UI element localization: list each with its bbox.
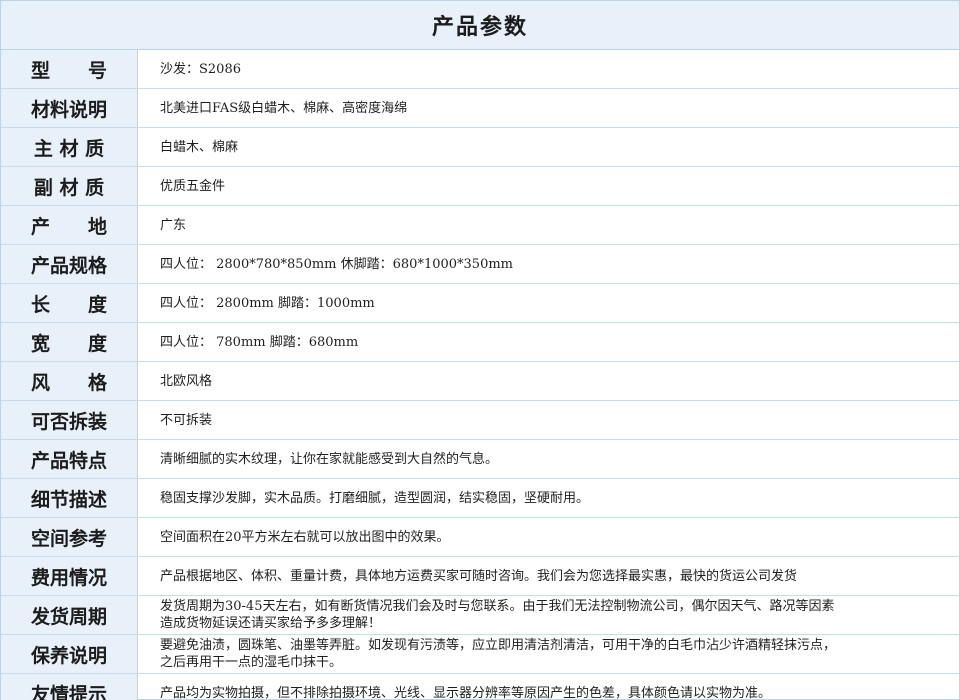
parameter-row: 材料说明 北美进口FAS级白蜡木、棉麻、高密度海绵 [1, 89, 959, 128]
parameter-row: 宽 度 四人位： 780mm 脚踏：680mm [1, 323, 959, 362]
parameter-value: 空间面积在20平方米左右就可以放出图中的效果。 [160, 529, 450, 545]
parameter-label: 材料说明 [1, 89, 138, 127]
parameter-row: 空间参考 空间面积在20平方米左右就可以放出图中的效果。 [1, 518, 959, 557]
parameter-value: 不可拆装 [160, 412, 213, 428]
parameter-value: 发货周期为30-45天左右，如有断货情况我们会及时与您联系。由于我们无法控制物流… [160, 599, 835, 631]
parameter-label: 长 度 [1, 284, 138, 322]
parameter-label: 空间参考 [1, 518, 138, 556]
parameter-row: 保养说明 要避免油渍，圆珠笔、油墨等弄脏。如发现有污渍等，应立即用清洁剂清洁，可用… [1, 635, 959, 674]
parameter-value: 产品根据地区、体积、重量计费，具体地方运费买家可随时咨询。我们会为您选择最实惠，… [160, 568, 798, 584]
parameter-label: 产品特点 [1, 440, 138, 478]
parameter-row: 主 材 质 白蜡木、棉麻 [1, 128, 959, 167]
parameter-value: 清晰细腻的实木纹理，让你在家就能感受到大自然的气息。 [160, 451, 499, 467]
parameter-label: 保养说明 [1, 635, 138, 673]
parameter-label: 产品规格 [1, 245, 138, 283]
parameter-row: 风 格 北欧风格 [1, 362, 959, 401]
parameter-value: 沙发：S2086 [160, 61, 241, 77]
parameter-label: 型 号 [1, 50, 138, 88]
parameter-row: 产品特点 清晰细腻的实木纹理，让你在家就能感受到大自然的气息。 [1, 440, 959, 479]
parameter-label: 费用情况 [1, 557, 138, 595]
parameter-value: 四人位： 780mm 脚踏：680mm [160, 334, 359, 350]
parameter-row: 产品规格 四人位： 2800*780*850mm 休脚踏：680*1000*350… [1, 245, 959, 284]
parameter-label: 细节描述 [1, 479, 138, 517]
parameter-value: 产品均为实物拍摄，但不排除拍摄环境、光线、显示器分辨率等原因产生的色差，具体颜色… [160, 685, 772, 700]
parameter-value: 北美进口FAS级白蜡木、棉麻、高密度海绵 [160, 100, 408, 116]
parameter-row: 友情提示 产品均为实物拍摄，但不排除拍摄环境、光线、显示器分辨率等原因产生的色差，… [1, 674, 959, 700]
parameter-value: 稳固支撑沙发脚，实木品质。打磨细腻，造型圆润，结实稳固，坚硬耐用。 [160, 490, 590, 506]
parameter-row: 可否拆装 不可拆装 [1, 401, 959, 440]
parameter-label: 宽 度 [1, 323, 138, 361]
parameter-label: 风 格 [1, 362, 138, 400]
parameter-label: 友情提示 [1, 674, 138, 700]
parameter-row: 产 地 广东 [1, 206, 959, 245]
parameter-label: 发货周期 [1, 596, 138, 634]
parameter-value: 要避免油渍，圆珠笔、油墨等弄脏。如发现有污渍等，应立即用清洁剂清洁，可用干净的白… [160, 638, 837, 670]
parameter-label: 可否拆装 [1, 401, 138, 439]
parameter-label: 产 地 [1, 206, 138, 244]
parameter-row: 副 材 质 优质五金件 [1, 167, 959, 206]
product-parameters-table: 产品参数 型 号 沙发：S2086 材料说明 北美进口FAS级白蜡木、棉麻、高密度海绵… [0, 0, 960, 700]
parameter-rows: 型 号 沙发：S2086 材料说明 北美进口FAS级白蜡木、棉麻、高密度海绵主 材 质… [1, 50, 959, 700]
parameter-row: 细节描述 稳固支撑沙发脚，实木品质。打磨细腻，造型圆润，结实稳固，坚硬耐用。 [1, 479, 959, 518]
parameter-value: 北欧风格 [160, 373, 213, 389]
parameter-row: 发货周期 发货周期为30-45天左右，如有断货情况我们会及时与您联系。由于我们无法… [1, 596, 959, 635]
parameter-value: 优质五金件 [160, 178, 226, 194]
parameter-value: 广东 [160, 217, 187, 233]
parameter-value: 四人位： 2800mm 脚踏：1000mm [160, 295, 375, 311]
table-title: 产品参数 [1, 1, 959, 50]
parameter-value: 白蜡木、棉麻 [160, 139, 239, 155]
parameter-label: 副 材 质 [1, 167, 138, 205]
parameter-row: 长 度 四人位： 2800mm 脚踏：1000mm [1, 284, 959, 323]
parameter-label: 主 材 质 [1, 128, 138, 166]
parameter-row: 型 号 沙发：S2086 [1, 50, 959, 89]
parameter-value: 四人位： 2800*780*850mm 休脚踏：680*1000*350mm [160, 256, 513, 272]
parameter-row: 费用情况 产品根据地区、体积、重量计费，具体地方运费买家可随时咨询。我们会为您选择… [1, 557, 959, 596]
